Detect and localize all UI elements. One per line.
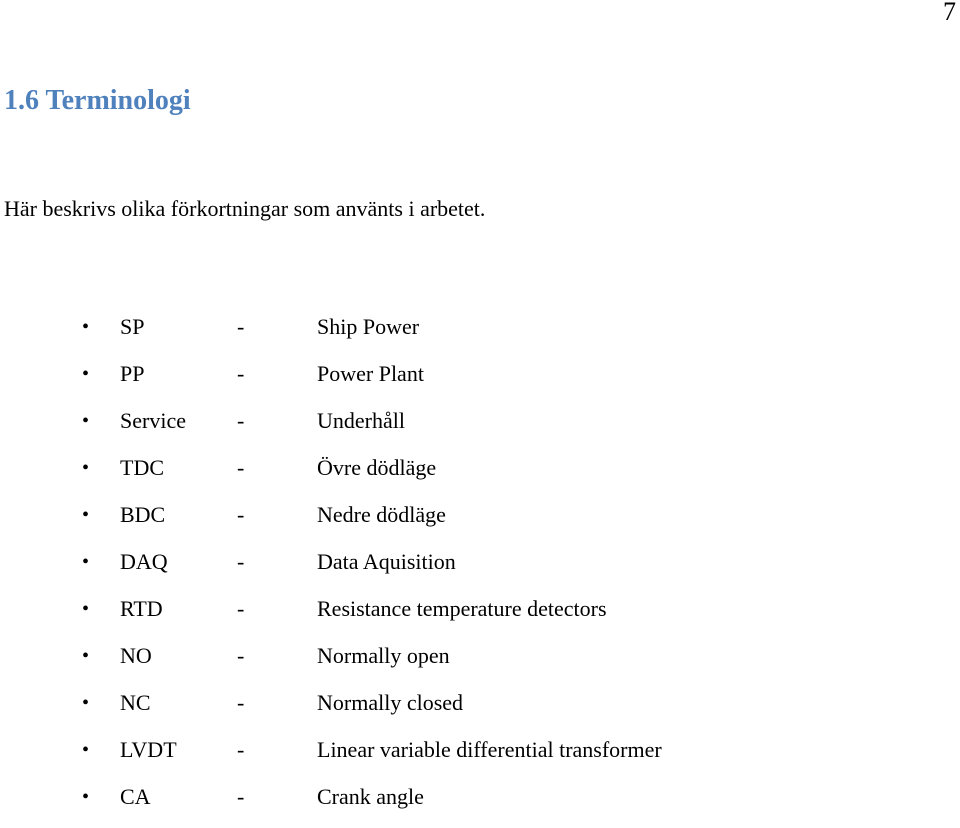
term-meaning: Crank angle — [317, 784, 424, 809]
term-meaning: Underhåll — [317, 408, 405, 433]
term-abbreviation: TDC — [120, 455, 164, 480]
term-meaning: Ship Power — [317, 314, 420, 339]
term-abbreviation: RTD — [120, 596, 163, 621]
term-meaning: Data Aquisition — [317, 549, 456, 574]
term-separator: - — [237, 784, 245, 809]
term-separator: - — [237, 596, 245, 621]
bullet-icon: • — [82, 786, 90, 808]
term-separator: - — [237, 643, 245, 668]
term-meaning: Power Plant — [317, 361, 424, 386]
section-heading: 1.6 Terminologi — [4, 85, 191, 116]
term-meaning: Resistance temperature detectors — [317, 596, 607, 621]
term-abbreviation: SP — [120, 314, 145, 339]
bullet-icon: • — [82, 316, 90, 338]
bullet-icon: • — [82, 598, 90, 620]
term-separator: - — [237, 408, 245, 433]
bullet-icon: • — [82, 504, 90, 526]
term-abbreviation: CA — [120, 784, 151, 809]
term-abbreviation: BDC — [120, 502, 166, 527]
term-separator: - — [237, 549, 245, 574]
term-separator: - — [237, 314, 245, 339]
term-separator: - — [237, 455, 245, 480]
term-separator: - — [237, 737, 245, 762]
term-abbreviation: NO — [120, 643, 152, 668]
term-abbreviation: NC — [120, 690, 151, 715]
bullet-icon: • — [82, 410, 90, 432]
bullet-icon: • — [82, 739, 90, 761]
term-meaning: Nedre dödläge — [317, 502, 446, 527]
bullet-icon: • — [82, 551, 90, 573]
term-abbreviation: Service — [120, 408, 186, 433]
term-separator: - — [237, 690, 245, 715]
bullet-icon: • — [82, 457, 90, 479]
bullet-icon: • — [82, 363, 90, 385]
term-abbreviation: PP — [120, 361, 145, 386]
bullet-icon: • — [82, 645, 90, 667]
term-meaning: Normally closed — [317, 690, 464, 715]
term-meaning: Linear variable differential transformer — [317, 737, 662, 762]
term-separator: - — [237, 361, 245, 386]
term-abbreviation: LVDT — [120, 737, 177, 762]
intro-paragraph: Här beskrivs olika förkortningar som anv… — [4, 196, 486, 221]
term-meaning: Övre dödläge — [317, 455, 437, 480]
page-number: 7 — [943, 0, 956, 26]
bullet-icon: • — [82, 692, 90, 714]
term-abbreviation: DAQ — [120, 549, 168, 574]
term-separator: - — [237, 502, 245, 527]
term-meaning: Normally open — [317, 643, 450, 668]
